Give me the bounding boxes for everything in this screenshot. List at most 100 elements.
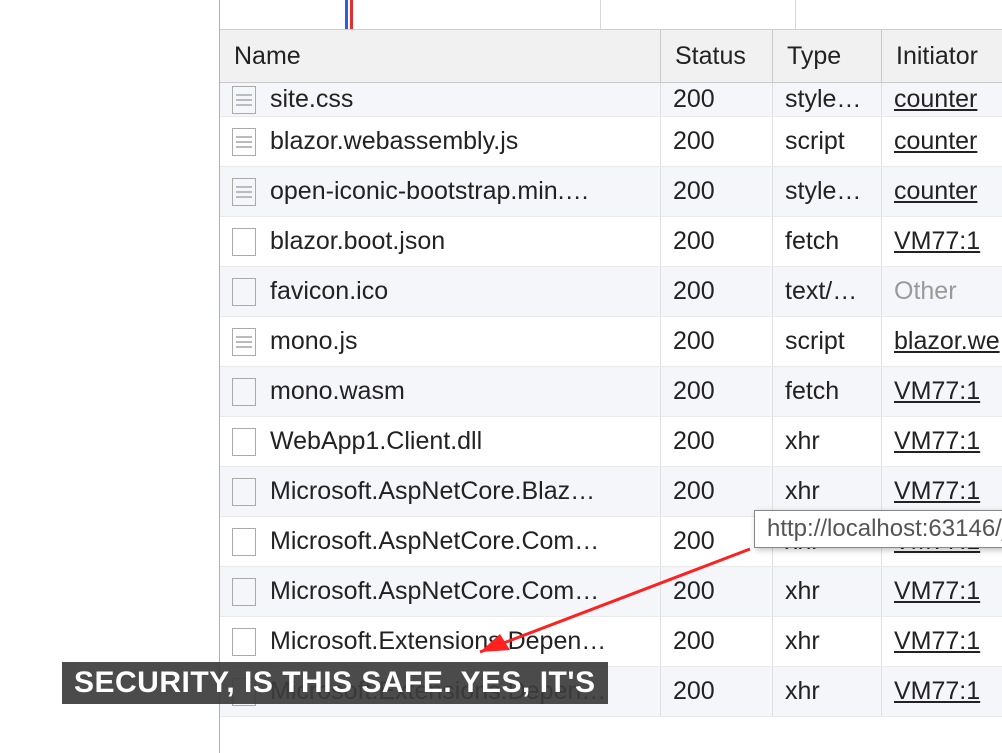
- initiator-link[interactable]: counter: [894, 177, 977, 206]
- name-cell[interactable]: blazor.webassembly.js: [220, 117, 661, 166]
- status-cell: 200: [661, 217, 773, 266]
- type-cell: script: [773, 317, 882, 366]
- file-text-icon: [232, 328, 256, 356]
- file-text-icon: [232, 128, 256, 156]
- name-cell[interactable]: mono.wasm: [220, 367, 661, 416]
- initiator-cell[interactable]: Other: [882, 267, 1002, 316]
- type-cell: xhr: [773, 567, 882, 616]
- status-cell: 200: [661, 467, 773, 516]
- initiator-link[interactable]: VM77:1: [894, 227, 980, 256]
- load-marker: [350, 0, 353, 29]
- file-name: mono.js: [270, 327, 358, 356]
- file-icon: [232, 228, 256, 256]
- initiator-link[interactable]: counter: [894, 85, 977, 114]
- file-name: Microsoft.AspNetCore.Com…: [270, 527, 599, 556]
- initiator-cell[interactable]: VM77:1: [882, 617, 1002, 666]
- header-status[interactable]: Status: [661, 30, 773, 82]
- header-type[interactable]: Type: [773, 30, 882, 82]
- type-cell: fetch: [773, 217, 882, 266]
- type-cell: xhr: [773, 667, 882, 716]
- type-cell: xhr: [773, 417, 882, 466]
- name-cell[interactable]: open-iconic-bootstrap.min.…: [220, 167, 661, 216]
- file-name: WebApp1.Client.dll: [270, 427, 482, 456]
- table-row[interactable]: site.css 200style… counter: [220, 83, 1002, 117]
- initiator-cell[interactable]: counter: [882, 83, 1002, 116]
- url-tooltip: http://localhost:63146/_framework/_: [754, 510, 1002, 548]
- table-row[interactable]: open-iconic-bootstrap.min.…200style…coun…: [220, 167, 1002, 217]
- type-cell: style…: [773, 167, 882, 216]
- table-row[interactable]: blazor.boot.json 200fetch VM77:1: [220, 217, 1002, 267]
- file-icon: [232, 378, 256, 406]
- initiator-link[interactable]: VM77:1: [894, 427, 980, 456]
- status-cell: 200: [661, 267, 773, 316]
- name-cell[interactable]: Microsoft.AspNetCore.Blaz…: [220, 467, 661, 516]
- name-cell[interactable]: WebApp1.Client.dll: [220, 417, 661, 466]
- name-cell[interactable]: Microsoft.AspNetCore.Com…: [220, 567, 661, 616]
- header-initiator[interactable]: Initiator: [882, 30, 1002, 82]
- file-icon: [232, 628, 256, 656]
- name-cell[interactable]: Microsoft.AspNetCore.Com…: [220, 517, 661, 566]
- file-name: favicon.ico: [270, 277, 388, 306]
- file-name: site.css: [270, 85, 353, 114]
- table-row[interactable]: favicon.ico200text/…Other: [220, 267, 1002, 317]
- type-cell: xhr: [773, 617, 882, 666]
- type-cell: script: [773, 117, 882, 166]
- name-cell[interactable]: favicon.ico: [220, 267, 661, 316]
- file-name: Microsoft.AspNetCore.Blaz…: [270, 477, 595, 506]
- header-name[interactable]: Name: [220, 30, 661, 82]
- initiator-cell[interactable]: VM77:1: [882, 367, 1002, 416]
- status-cell: 200: [661, 617, 773, 666]
- initiator-cell[interactable]: VM77:1: [882, 567, 1002, 616]
- file-name: Microsoft.Extensions.Depen…: [270, 627, 606, 656]
- file-icon: [232, 478, 256, 506]
- status-cell: 200: [661, 367, 773, 416]
- table-row[interactable]: Microsoft.Extensions.Depen… 200xhr VM77:1: [220, 617, 1002, 667]
- domcontentloaded-marker: [345, 0, 348, 29]
- file-name: Microsoft.AspNetCore.Com…: [270, 577, 599, 606]
- network-rows: site.css200style…counterblazor.webassemb…: [220, 83, 1002, 717]
- file-text-icon: [232, 178, 256, 206]
- initiator-cell[interactable]: counter: [882, 167, 1002, 216]
- file-name: open-iconic-bootstrap.min.…: [270, 177, 590, 206]
- initiator-cell[interactable]: VM77:1: [882, 417, 1002, 466]
- table-row[interactable]: WebApp1.Client.dll200xhrVM77:1: [220, 417, 1002, 467]
- network-panel: Name Status Type Initiator site.css200st…: [219, 0, 1002, 753]
- timeline-overview[interactable]: [220, 0, 1002, 30]
- initiator-link[interactable]: counter: [894, 127, 977, 156]
- type-cell: fetch: [773, 367, 882, 416]
- initiator-cell[interactable]: VM77:1: [882, 217, 1002, 266]
- status-cell: 200: [661, 117, 773, 166]
- status-cell: 200: [661, 317, 773, 366]
- table-row[interactable]: mono.wasm200fetch VM77:1: [220, 367, 1002, 417]
- file-icon: [232, 428, 256, 456]
- status-cell: 200: [661, 667, 773, 716]
- type-cell: style…: [773, 83, 882, 116]
- initiator-cell[interactable]: VM77:1: [882, 467, 1002, 516]
- initiator-cell[interactable]: VM77:1: [882, 667, 1002, 716]
- initiator-link[interactable]: VM77:1: [894, 677, 980, 706]
- name-cell[interactable]: Microsoft.Extensions.Depen…: [220, 617, 661, 666]
- initiator-link[interactable]: VM77:1: [894, 627, 980, 656]
- table-row[interactable]: Microsoft.AspNetCore.Com… 200xhr VM77:1: [220, 567, 1002, 617]
- initiator-link[interactable]: VM77:1: [894, 577, 980, 606]
- initiator-link[interactable]: blazor.we: [894, 327, 1000, 356]
- status-cell: 200: [661, 567, 773, 616]
- initiator-link[interactable]: VM77:1: [894, 377, 980, 406]
- name-cell[interactable]: site.css: [220, 83, 661, 116]
- table-row[interactable]: mono.js 200script blazor.we: [220, 317, 1002, 367]
- initiator-cell[interactable]: blazor.we: [882, 317, 1002, 366]
- type-cell: xhr: [773, 467, 882, 516]
- status-cell: 200: [661, 83, 773, 116]
- name-cell[interactable]: mono.js: [220, 317, 661, 366]
- name-cell[interactable]: blazor.boot.json: [220, 217, 661, 266]
- file-icon: [232, 278, 256, 306]
- initiator-link[interactable]: VM77:1: [894, 477, 980, 506]
- file-icon: [232, 578, 256, 606]
- video-caption: SECURITY, IS THIS SAFE. YES, IT'S: [62, 662, 608, 704]
- table-row[interactable]: blazor.webassembly.js 200script counter: [220, 117, 1002, 167]
- file-name: blazor.boot.json: [270, 227, 445, 256]
- file-name: blazor.webassembly.js: [270, 127, 518, 156]
- initiator-cell[interactable]: counter: [882, 117, 1002, 166]
- file-icon: [232, 528, 256, 556]
- table-header: Name Status Type Initiator: [220, 30, 1002, 83]
